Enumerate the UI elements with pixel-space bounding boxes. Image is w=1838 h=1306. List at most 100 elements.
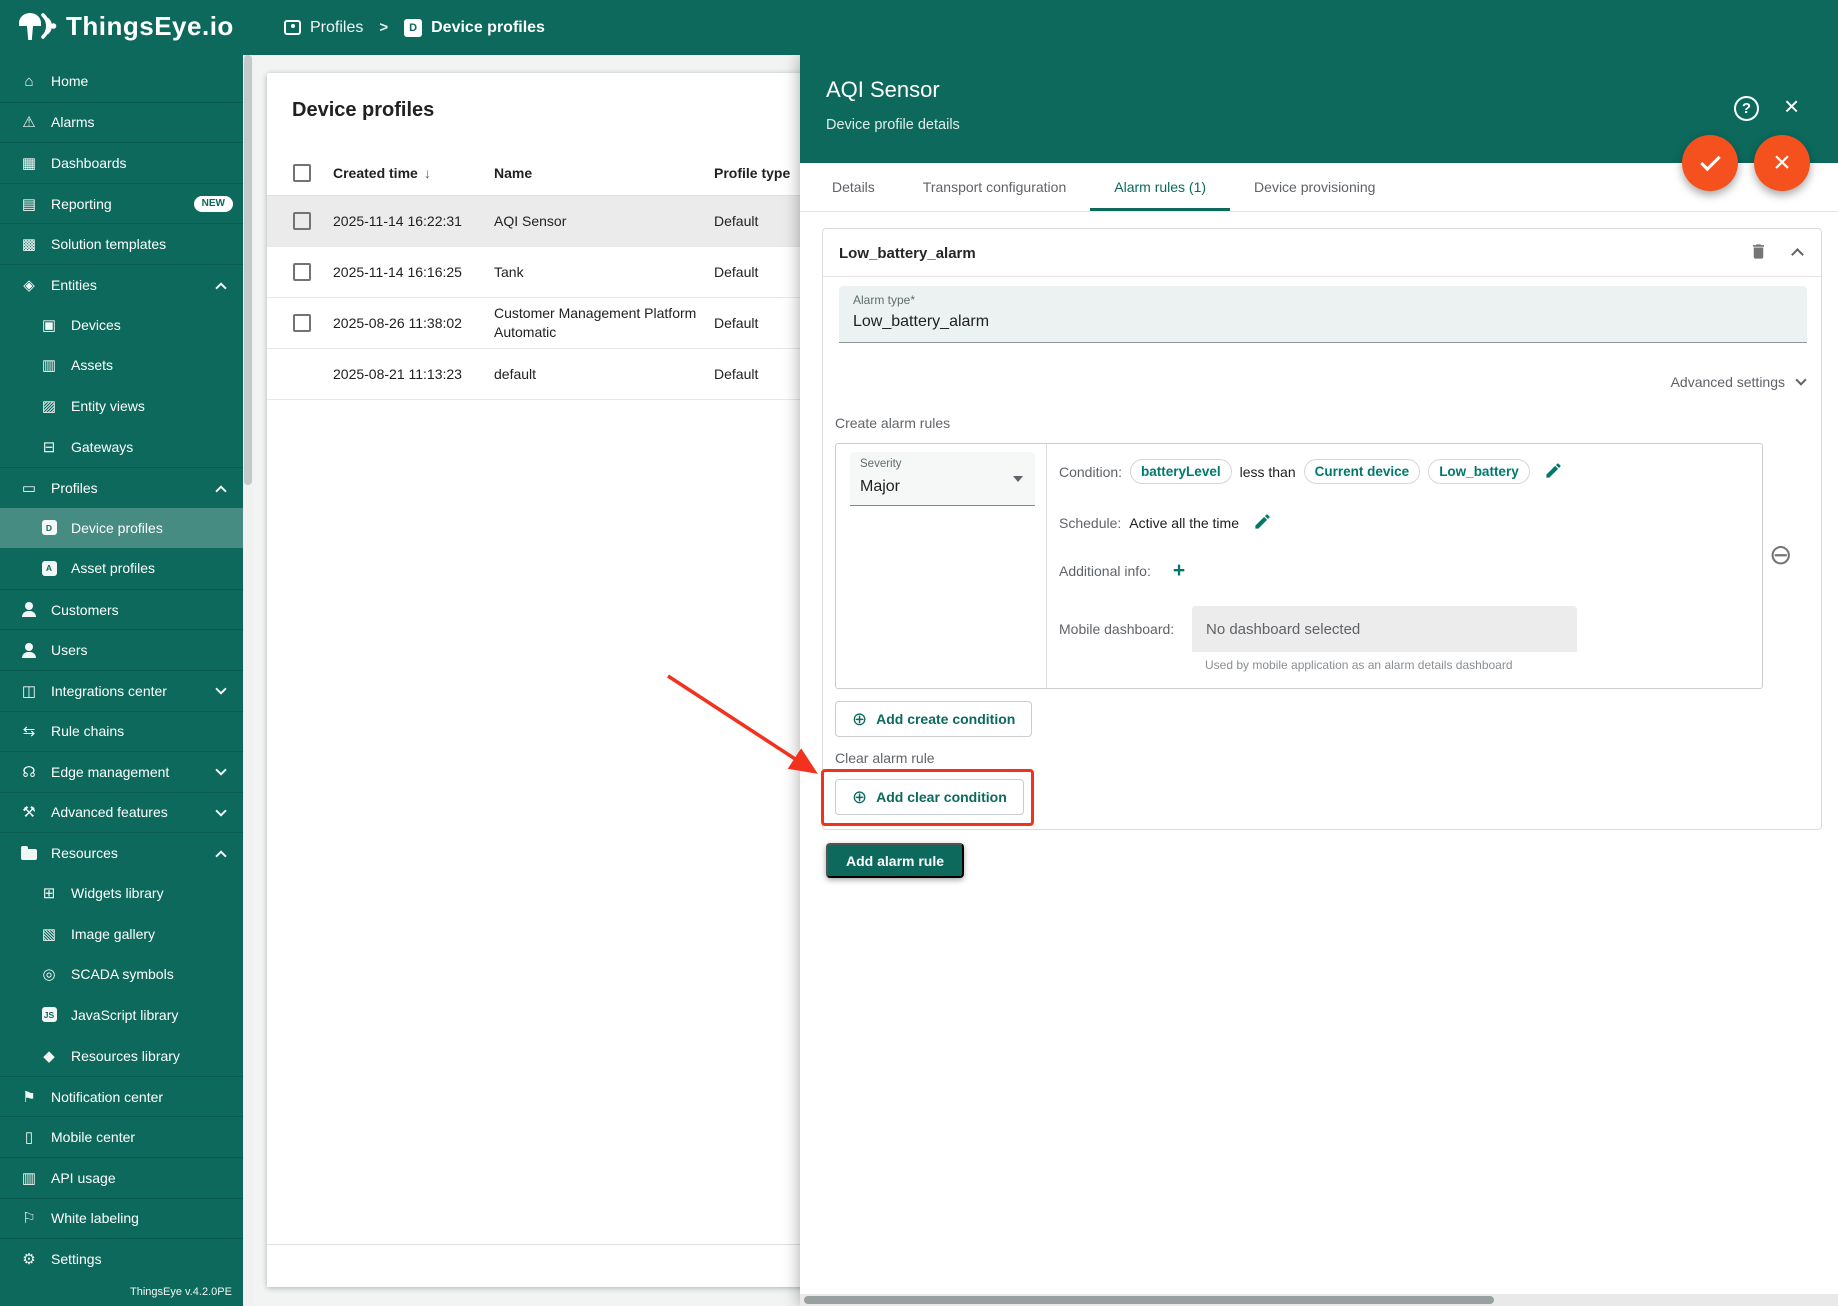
apply-changes-button[interactable]	[1682, 135, 1738, 191]
cancel-changes-button[interactable]: ×	[1754, 135, 1810, 191]
sidebar-item-label: API usage	[51, 1170, 116, 1186]
sidebar-item-javascript-library[interactable]: JSJavaScript library	[0, 995, 243, 1036]
top-bar: ThingsEye.io Profiles > D Device profile…	[0, 0, 1838, 55]
dashboards-icon: ▦	[18, 154, 40, 172]
row-checkbox[interactable]	[293, 263, 311, 281]
sidebar-item-label: Advanced features	[51, 804, 168, 820]
sidebar-item-solution-templates[interactable]: ▩Solution templates	[0, 223, 243, 264]
sidebar-item-users[interactable]: Users	[0, 629, 243, 670]
sidebar-item-asset-profiles[interactable]: AAsset profiles	[0, 548, 243, 589]
tab-transport-configuration[interactable]: Transport configuration	[899, 163, 1090, 211]
sidebar-item-entities[interactable]: ◈ Entities	[0, 264, 243, 305]
tab-device-provisioning[interactable]: Device provisioning	[1230, 163, 1399, 211]
entities-icon: ◈	[18, 276, 40, 294]
edit-condition-button[interactable]	[1544, 461, 1563, 483]
sidebar-item-dashboards[interactable]: ▦Dashboards	[0, 142, 243, 183]
profiles-icon: ▭	[18, 479, 40, 497]
row-checkbox[interactable]	[293, 314, 311, 332]
severity-select[interactable]: Severity Major	[850, 452, 1035, 506]
alarm-type-label: Alarm type*	[853, 293, 915, 307]
sidebar-scrollbar[interactable]	[243, 55, 253, 1306]
sidebar-item-gateways[interactable]: ⊟Gateways	[0, 426, 243, 467]
sidebar-item-resources[interactable]: Resources	[0, 832, 243, 873]
help-icon[interactable]: ?	[1734, 96, 1759, 121]
row-checkbox[interactable]	[293, 212, 311, 230]
condition-entity-chip[interactable]: Current device	[1304, 459, 1421, 484]
select-all-checkbox[interactable]	[293, 164, 311, 182]
delete-alarm-rule-button[interactable]	[1749, 241, 1768, 267]
sidebar-item-label: Entities	[51, 277, 97, 293]
entity-views-icon: ▨	[38, 397, 60, 415]
sidebar-item-devices[interactable]: ▣Devices	[0, 305, 243, 346]
add-details-icon[interactable]: +	[1173, 560, 1185, 581]
sidebar-item-entity-views[interactable]: ▨Entity views	[0, 386, 243, 427]
add-circle-icon: ⊕	[852, 709, 867, 730]
sidebar-item-label: Asset profiles	[71, 560, 155, 576]
sidebar-item-scada-symbols[interactable]: ◎SCADA symbols	[0, 954, 243, 995]
sidebar-item-edge-management[interactable]: ☊Edge management	[0, 751, 243, 792]
panel-header: AQI Sensor Device profile details ? ×	[800, 55, 1838, 163]
sidebar-item-api-usage[interactable]: ▥API usage	[0, 1157, 243, 1198]
sidebar-item-home[interactable]: ⌂Home	[0, 61, 243, 102]
card-divider	[823, 276, 1821, 277]
sidebar-item-widgets-library[interactable]: ⊞Widgets library	[0, 873, 243, 914]
sidebar-item-image-gallery[interactable]: ▧Image gallery	[0, 913, 243, 954]
tab-alarm-rules-1[interactable]: Alarm rules (1)	[1090, 163, 1230, 211]
sidebar-item-resources-library[interactable]: ◆Resources library	[0, 1035, 243, 1076]
sidebar-item-integrations-center[interactable]: ◫Integrations center	[0, 670, 243, 711]
horizontal-scrollbar[interactable]	[800, 1294, 1838, 1306]
sidebar-item-advanced-features[interactable]: ⚒ Advanced features	[0, 792, 243, 833]
condition-value-chip[interactable]: Low_battery	[1428, 459, 1530, 484]
mobile-dashboard-label: Mobile dashboard:	[1059, 621, 1184, 637]
tab-details[interactable]: Details	[808, 163, 899, 211]
reporting-icon: ▤	[18, 195, 40, 213]
device-profiles-icon: D	[38, 520, 60, 535]
add-create-condition-button[interactable]: ⊕ Add create condition	[835, 701, 1032, 737]
sidebar-item-assets[interactable]: ▥Assets	[0, 345, 243, 386]
advanced-features-icon: ⚒	[18, 803, 40, 821]
add-alarm-rule-button[interactable]: Add alarm rule	[826, 843, 964, 878]
severity-value: Major	[860, 478, 900, 496]
add-clear-condition-button[interactable]: ⊕ Add clear condition	[835, 779, 1024, 815]
sidebar-scrollbar-thumb[interactable]	[244, 55, 252, 485]
sidebar-item-notification-center[interactable]: ⚑Notification center	[0, 1076, 243, 1117]
cell-created-time: 2025-08-21 11:13:23	[333, 366, 494, 382]
edit-schedule-button[interactable]	[1253, 512, 1272, 534]
sidebar-item-alarms[interactable]: ⚠Alarms	[0, 102, 243, 143]
breadcrumb: Profiles > D Device profiles	[284, 0, 545, 55]
customers-icon	[18, 602, 40, 617]
advanced-settings-toggle[interactable]: Advanced settings	[1671, 374, 1805, 390]
remove-condition-button[interactable]: ⊖	[1769, 541, 1792, 569]
breadcrumb-device-profiles[interactable]: D Device profiles	[404, 19, 545, 37]
sidebar-item-rule-chains[interactable]: ⇆Rule chains	[0, 711, 243, 752]
sidebar-item-profiles[interactable]: ▭Profiles	[0, 467, 243, 508]
app-logo[interactable]: ThingsEye.io	[12, 8, 234, 44]
sidebar-item-customers[interactable]: Customers	[0, 589, 243, 630]
sidebar-item-label: Assets	[71, 357, 113, 373]
chevron-down-icon	[215, 764, 226, 775]
sidebar-item-label: JavaScript library	[71, 1007, 178, 1023]
horizontal-scrollbar-thumb[interactable]	[804, 1296, 1494, 1304]
clear-alarm-rule-label: Clear alarm rule	[835, 750, 935, 766]
sidebar-item-settings[interactable]: ⚙Settings	[0, 1238, 243, 1279]
sort-desc-icon: ↓	[424, 165, 431, 181]
alarm-type-field[interactable]: Alarm type* Low_battery_alarm	[839, 286, 1807, 343]
mobile-dashboard-select[interactable]: No dashboard selected	[1192, 606, 1577, 652]
sidebar-item-white-labeling[interactable]: ⚐White labeling	[0, 1198, 243, 1239]
add-circle-icon: ⊕	[852, 787, 867, 808]
column-created-time[interactable]: Created time↓	[333, 165, 494, 181]
sidebar-item-device-profiles[interactable]: DDevice profiles	[0, 508, 243, 549]
device-profile-icon: D	[404, 19, 422, 37]
white-labeling-icon: ⚐	[18, 1209, 40, 1227]
close-icon[interactable]: ×	[1784, 91, 1799, 122]
breadcrumb-profiles[interactable]: Profiles	[284, 19, 363, 37]
pencil-icon	[1544, 461, 1563, 480]
column-name[interactable]: Name	[494, 164, 714, 183]
sidebar-item-label: Mobile center	[51, 1129, 135, 1145]
collapse-alarm-rule-button[interactable]	[1787, 243, 1807, 263]
sidebar-item-label: Home	[51, 73, 88, 89]
sidebar-item-reporting[interactable]: ▤ReportingNEW	[0, 183, 243, 224]
sidebar-item-mobile-center[interactable]: ▯Mobile center	[0, 1116, 243, 1157]
sidebar-item-label: Customers	[51, 602, 119, 618]
condition-key-chip[interactable]: batteryLevel	[1130, 459, 1232, 484]
